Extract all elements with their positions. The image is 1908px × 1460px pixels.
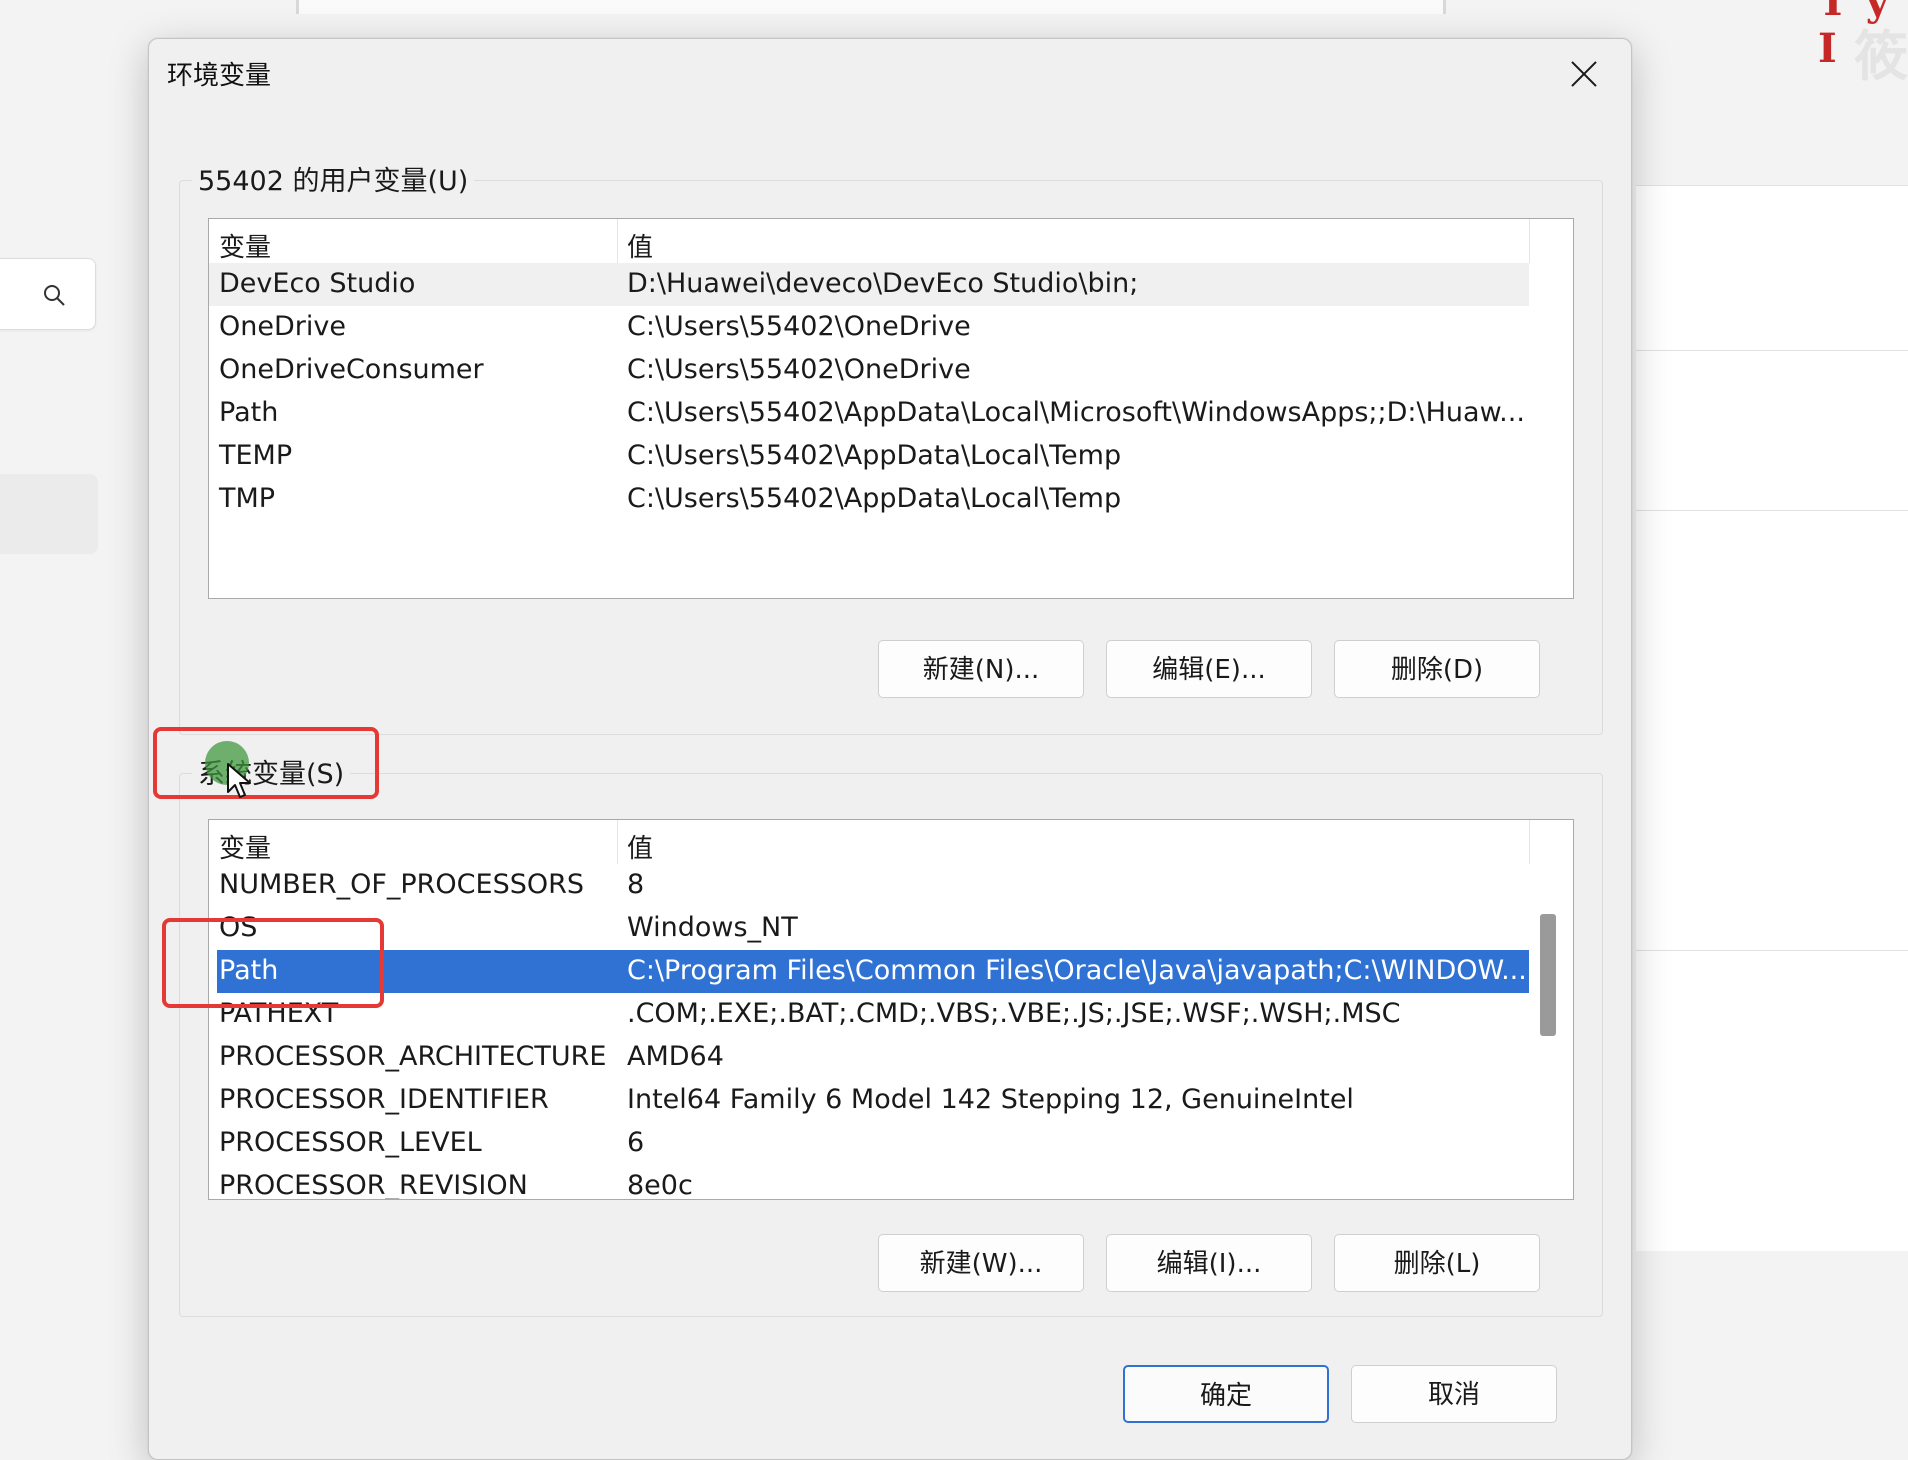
variable-name: PROCESSOR_LEVEL <box>219 1127 482 1158</box>
background-card <box>1636 185 1908 351</box>
background-corner-watermark: T y I 筱 <box>1818 0 1908 88</box>
user-variable-row[interactable]: TEMP C:\Users\55402\AppData\Local\Temp <box>209 435 1529 478</box>
variable-name: TEMP <box>219 440 293 471</box>
user-edit-button[interactable]: 编辑(E)... <box>1106 640 1312 698</box>
background-window-edge <box>296 0 1446 14</box>
variable-value: D:\Huawei\deveco\DevEco Studio\bin; <box>627 268 1139 299</box>
user-new-button[interactable]: 新建(N)... <box>878 640 1084 698</box>
variable-value: 6 <box>627 1127 645 1158</box>
variable-value: 8 <box>627 869 645 900</box>
variable-name: PROCESSOR_IDENTIFIER <box>219 1084 549 1115</box>
system-variable-row[interactable]: PROCESSOR_LEVEL 6 <box>209 1122 1529 1165</box>
variable-value: C:\Users\55402\AppData\Local\Temp <box>627 440 1122 471</box>
system-variable-row[interactable]: PROCESSOR_REVISION 8e0c <box>209 1165 1529 1200</box>
system-variable-row[interactable]: PATHEXT .COM;.EXE;.BAT;.CMD;.VBS;.VBE;.JS… <box>209 993 1529 1036</box>
user-variable-row[interactable]: TMP C:\Users\55402\AppData\Local\Temp <box>209 478 1529 521</box>
column-header-variable[interactable]: 变量 <box>219 828 271 865</box>
variable-name: OneDrive <box>219 311 346 342</box>
variable-value: Intel64 Family 6 Model 142 Stepping 12, … <box>627 1084 1354 1115</box>
list-header: 变量 值 <box>209 219 1530 264</box>
close-icon[interactable] <box>1565 55 1603 93</box>
variable-name: DevEco Studio <box>219 268 416 299</box>
variable-name: TMP <box>219 483 276 514</box>
column-header-value[interactable]: 值 <box>627 828 653 865</box>
user-variables-group: 55402 的用户变量(U) 变量 值 DevEco Studio D:\Huaw… <box>179 159 1603 735</box>
variable-value: C:\Users\55402\AppData\Local\Temp <box>627 483 1122 514</box>
variable-value: 8e0c <box>627 1170 693 1200</box>
background-card <box>1636 950 1908 1251</box>
background-card <box>1636 510 1908 951</box>
highlight-box-system-variables <box>153 727 379 799</box>
user-variables-rows: DevEco Studio D:\Huawei\deveco\DevEco Stu… <box>209 263 1529 521</box>
system-variable-row[interactable]: NUMBER_OF_PROCESSORS 8 <box>209 864 1529 907</box>
ok-button[interactable]: 确定 <box>1123 1365 1329 1423</box>
system-new-button[interactable]: 新建(W)... <box>878 1234 1084 1292</box>
column-header-value[interactable]: 值 <box>627 227 653 264</box>
system-variables-rows: NUMBER_OF_PROCESSORS 8 OS Windows_NT Path C:\… <box>209 864 1529 1200</box>
system-variables-group: 系统变量(S) 变量 值 NUMBER_OF_PROCESSORS 8 OS Wind… <box>179 752 1603 1317</box>
system-variable-row[interactable]: Path C:\Program Files\Common Files\Oracle… <box>217 950 1529 993</box>
variable-value: AMD64 <box>627 1041 724 1072</box>
system-variable-row[interactable]: PROCESSOR_ARCHITECTURE AMD64 <box>209 1036 1529 1079</box>
user-variables-list[interactable]: 变量 值 DevEco Studio D:\Huawei\deveco\DevEc… <box>208 218 1574 599</box>
search-icon <box>44 285 65 306</box>
variable-name: OneDriveConsumer <box>219 354 484 385</box>
system-delete-button[interactable]: 删除(L) <box>1334 1234 1540 1292</box>
mouse-cursor-icon <box>227 763 251 798</box>
variable-value: C:\Program Files\Common Files\Oracle\Jav… <box>627 955 1527 986</box>
variable-value: C:\Users\55402\AppData\Local\Microsoft\W… <box>627 397 1525 428</box>
user-variable-row[interactable]: DevEco Studio D:\Huawei\deveco\DevEco Stu… <box>209 263 1529 306</box>
variable-value: C:\Users\55402\OneDrive <box>627 311 971 342</box>
variable-value: C:\Users\55402\OneDrive <box>627 354 971 385</box>
user-variable-row[interactable]: Path C:\Users\55402\AppData\Local\Microso… <box>209 392 1529 435</box>
system-variable-row[interactable]: OS Windows_NT <box>209 907 1529 950</box>
system-variables-list[interactable]: 变量 值 NUMBER_OF_PROCESSORS 8 OS Windows_NT Pa… <box>208 819 1574 1200</box>
variable-name: PROCESSOR_REVISION <box>219 1170 528 1200</box>
dialog-title: 环境变量 <box>167 61 272 91</box>
list-header: 变量 值 <box>209 820 1530 865</box>
background-search-box[interactable] <box>0 258 96 330</box>
variable-value: Windows_NT <box>627 912 798 943</box>
variable-name: PROCESSOR_ARCHITECTURE <box>219 1041 607 1072</box>
background-card <box>1636 350 1908 511</box>
system-variable-row[interactable]: PROCESSOR_IDENTIFIER Intel64 Family 6 Mod… <box>209 1079 1529 1122</box>
system-edit-button[interactable]: 编辑(I)... <box>1106 1234 1312 1292</box>
highlight-box-path-row <box>162 918 384 1008</box>
variable-name: NUMBER_OF_PROCESSORS <box>219 869 585 900</box>
variable-name: Path <box>219 397 279 428</box>
list-scrollbar-thumb[interactable] <box>1540 914 1556 1036</box>
cancel-button[interactable]: 取消 <box>1351 1365 1557 1423</box>
column-header-variable[interactable]: 变量 <box>219 227 271 264</box>
user-variables-legend: 55402 的用户变量(U) <box>192 159 475 198</box>
variable-value: .COM;.EXE;.BAT;.CMD;.VBS;.VBE;.JS;.JSE;.… <box>627 998 1401 1029</box>
background-nav-item <box>0 474 98 554</box>
user-variable-row[interactable]: OneDrive C:\Users\55402\OneDrive <box>209 306 1529 349</box>
user-variable-row[interactable]: OneDriveConsumer C:\Users\55402\OneDrive <box>209 349 1529 392</box>
user-delete-button[interactable]: 删除(D) <box>1334 640 1540 698</box>
